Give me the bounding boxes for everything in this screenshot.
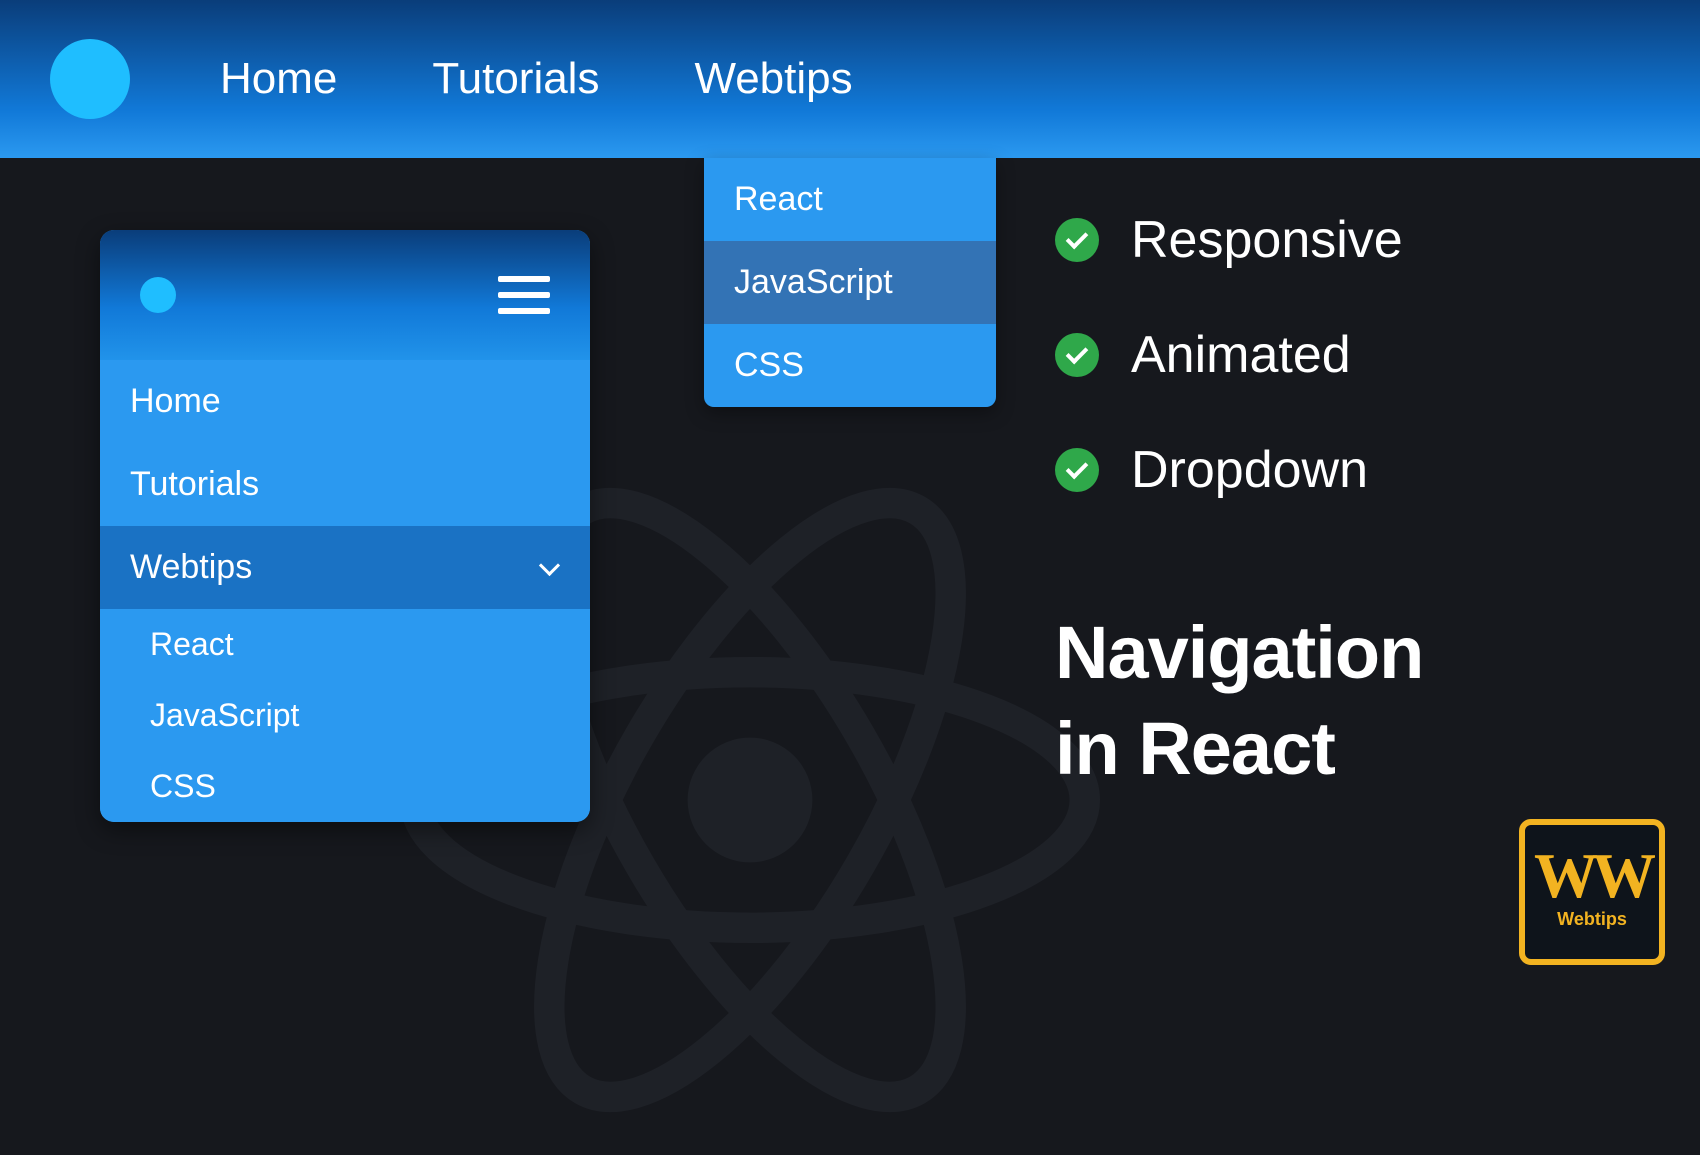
- mobile-nav-card: Home Tutorials Webtips React JavaScript …: [100, 230, 590, 822]
- mobile-sub-css[interactable]: CSS: [100, 751, 590, 822]
- nav-link-tutorials[interactable]: Tutorials: [432, 54, 599, 104]
- check-circle-icon: [1055, 333, 1099, 377]
- mobile-nav-header: [100, 230, 590, 360]
- check-circle-icon: [1055, 448, 1099, 492]
- top-navigation: Home Tutorials Webtips: [0, 0, 1700, 158]
- dropdown-item-javascript[interactable]: JavaScript: [704, 241, 996, 324]
- mobile-item-label: Home: [130, 382, 221, 421]
- dropdown-panel: React JavaScript CSS: [704, 158, 996, 407]
- features-list: Responsive Animated Dropdown: [1055, 210, 1403, 500]
- headline-line-2: in React: [1055, 701, 1423, 797]
- mobile-item-label: Tutorials: [130, 465, 259, 504]
- nav-link-webtips[interactable]: Webtips: [694, 54, 852, 104]
- mobile-menu: Home Tutorials Webtips React JavaScript …: [100, 360, 590, 822]
- mobile-item-label: Webtips: [130, 548, 252, 587]
- feature-label: Animated: [1131, 325, 1351, 385]
- badge-label: Webtips: [1557, 909, 1627, 930]
- badge-logo-text: WW: [1534, 854, 1650, 899]
- mobile-sub-javascript[interactable]: JavaScript: [100, 680, 590, 751]
- check-circle-icon: [1055, 218, 1099, 262]
- webtips-badge[interactable]: WW Webtips: [1519, 819, 1665, 965]
- nav-links: Home Tutorials Webtips: [220, 54, 853, 104]
- nav-link-home[interactable]: Home: [220, 54, 337, 104]
- feature-animated: Animated: [1055, 325, 1403, 385]
- feature-label: Responsive: [1131, 210, 1403, 270]
- chevron-down-icon: [540, 562, 560, 574]
- feature-dropdown: Dropdown: [1055, 440, 1403, 500]
- dropdown-item-react[interactable]: React: [704, 158, 996, 241]
- logo-circle-small[interactable]: [140, 277, 176, 313]
- feature-label: Dropdown: [1131, 440, 1368, 500]
- mobile-item-home[interactable]: Home: [100, 360, 590, 443]
- mobile-item-tutorials[interactable]: Tutorials: [100, 443, 590, 526]
- mobile-item-webtips[interactable]: Webtips: [100, 526, 590, 609]
- hamburger-icon[interactable]: [498, 276, 550, 314]
- headline-line-1: Navigation: [1055, 605, 1423, 701]
- feature-responsive: Responsive: [1055, 210, 1403, 270]
- headline: Navigation in React: [1055, 605, 1423, 797]
- mobile-sub-react[interactable]: React: [100, 609, 590, 680]
- dropdown-item-css[interactable]: CSS: [704, 324, 996, 407]
- logo-circle[interactable]: [50, 39, 130, 119]
